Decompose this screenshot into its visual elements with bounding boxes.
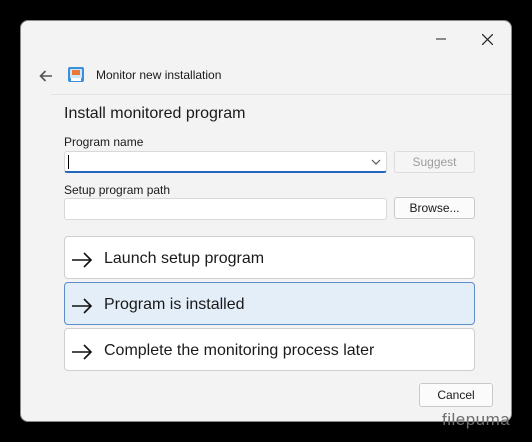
program-name-combobox[interactable]	[64, 151, 387, 173]
command-program-installed[interactable]: Program is installed	[64, 282, 475, 325]
watermark-text: filepuma	[442, 410, 511, 429]
command-complete-later[interactable]: Complete the monitoring process later	[64, 328, 475, 371]
minimize-button[interactable]	[419, 25, 463, 53]
page-title: Install monitored program	[64, 105, 246, 122]
dialog-title: Monitor new installation	[96, 68, 222, 82]
setup-path-label: Setup program path	[64, 183, 171, 197]
program-name-label: Program name	[64, 135, 144, 149]
back-arrow-icon	[39, 70, 52, 82]
command-label: Program is installed	[104, 296, 245, 313]
command-label: Complete the monitoring process later	[104, 342, 375, 359]
arrow-right-icon	[72, 344, 93, 360]
back-button[interactable]	[35, 65, 57, 87]
arrow-right-icon	[72, 298, 93, 314]
header-divider	[51, 94, 511, 95]
command-launch-setup[interactable]: Launch setup program	[64, 236, 475, 279]
suggest-button[interactable]: Suggest	[394, 151, 475, 173]
command-label: Launch setup program	[104, 250, 265, 267]
text-caret	[68, 155, 69, 169]
browse-button[interactable]: Browse...	[394, 197, 475, 219]
dialog-header: Monitor new installation	[21, 59, 511, 93]
close-button[interactable]	[465, 25, 509, 53]
cancel-button[interactable]: Cancel	[419, 383, 493, 407]
chevron-down-icon[interactable]	[369, 155, 383, 169]
arrow-right-icon	[72, 252, 93, 268]
setup-path-input[interactable]	[64, 198, 387, 220]
monitor-app-icon	[68, 67, 84, 82]
dialog-window: Monitor new installation Install monitor…	[20, 20, 512, 422]
minimize-icon	[436, 38, 446, 40]
close-icon	[481, 33, 493, 45]
